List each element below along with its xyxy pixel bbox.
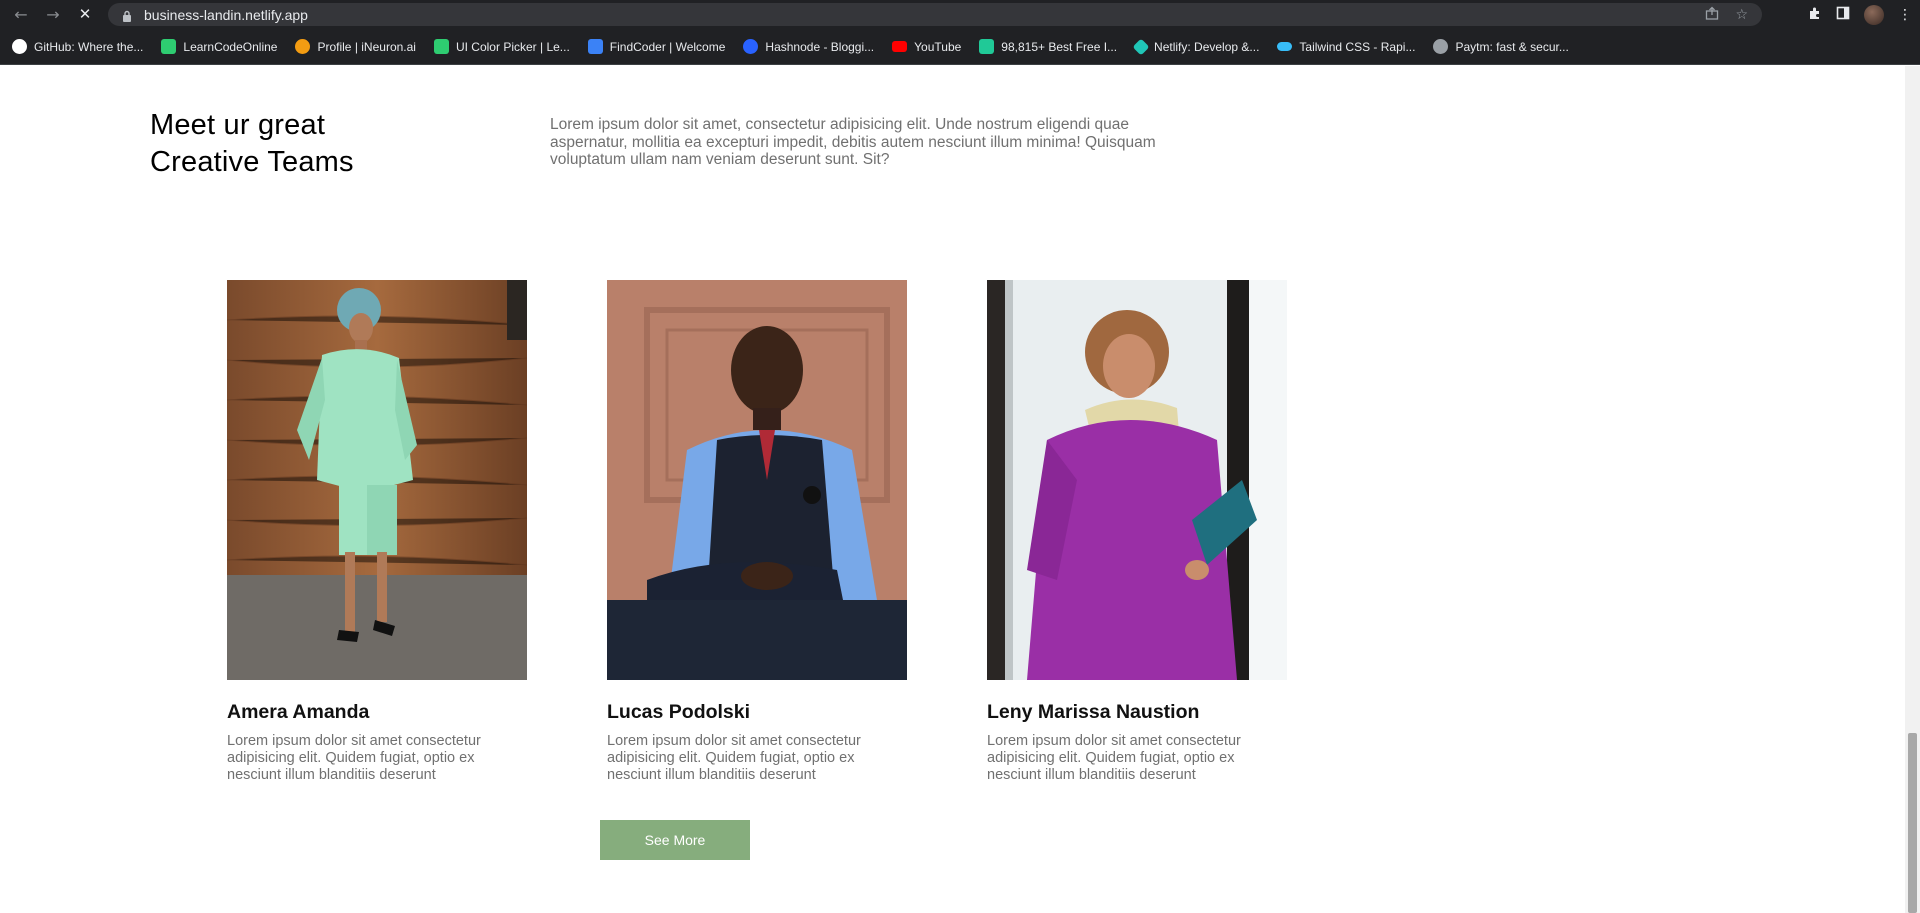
bookmarks-bar: GitHub: Where the... LearnCodeOnline Pro… bbox=[0, 29, 1920, 65]
team-member-photo bbox=[987, 280, 1287, 680]
see-more-button[interactable]: See More bbox=[600, 820, 750, 860]
free-icons-icon bbox=[979, 39, 995, 54]
learncodeonline-icon bbox=[161, 39, 177, 54]
netlify-icon bbox=[1132, 38, 1150, 55]
team-member-name: Lucas Podolski bbox=[607, 701, 751, 723]
team-member-bio: Lorem ipsum dolor sit amet consectetur a… bbox=[607, 733, 861, 783]
share-icon[interactable] bbox=[1705, 6, 1719, 24]
bookmark-tailwind[interactable]: Tailwind CSS - Rapi... bbox=[1277, 40, 1415, 54]
menu-kebab-icon[interactable]: ⋮ bbox=[1898, 7, 1912, 23]
section-title: Meet ur great Creative Teams bbox=[150, 109, 354, 178]
url-text: business-landin.netlify.app bbox=[144, 6, 308, 23]
back-icon[interactable]: ← bbox=[10, 3, 32, 25]
team-member-name: Leny Marissa Naustion bbox=[987, 701, 1200, 723]
team-member-photo bbox=[227, 280, 527, 680]
team-member-photo bbox=[607, 280, 907, 680]
hashnode-icon bbox=[743, 39, 759, 54]
extensions-icon[interactable] bbox=[1808, 6, 1822, 24]
scrollbar-thumb[interactable] bbox=[1908, 733, 1917, 913]
bookmark-ui-color-picker[interactable]: UI Color Picker | Le... bbox=[433, 39, 570, 54]
bookmark-ineuron[interactable]: Profile | iNeuron.ai bbox=[295, 39, 416, 54]
team-card: Amera Amanda Lorem ipsum dolor sit amet … bbox=[227, 280, 527, 784]
team-card: Lucas Podolski Lorem ipsum dolor sit ame… bbox=[607, 280, 907, 784]
page-content: Meet ur great Creative Teams Lorem ipsum… bbox=[0, 66, 1920, 913]
team-member-bio: Lorem ipsum dolor sit amet consectetur a… bbox=[227, 733, 481, 783]
bookmark-star-icon[interactable]: ☆ bbox=[1735, 7, 1748, 23]
browser-toolbar: ← → ✕ business-landin.netlify.app ☆ ⋮ bbox=[0, 0, 1920, 29]
bookmark-hashnode[interactable]: Hashnode - Bloggi... bbox=[743, 39, 874, 54]
bookmark-learncodeonline[interactable]: LearnCodeOnline bbox=[161, 39, 277, 54]
address-bar[interactable]: business-landin.netlify.app ☆ bbox=[108, 3, 1762, 26]
profile-avatar[interactable] bbox=[1864, 4, 1884, 25]
section-description: Lorem ipsum dolor sit amet, consectetur … bbox=[550, 116, 1156, 168]
team-member-bio: Lorem ipsum dolor sit amet consectetur a… bbox=[987, 733, 1241, 783]
bookmark-free-icons[interactable]: 98,815+ Best Free I... bbox=[979, 39, 1117, 54]
github-icon bbox=[12, 39, 27, 54]
side-panel-icon[interactable] bbox=[1836, 6, 1850, 24]
ineuron-icon bbox=[295, 39, 311, 54]
ui-color-picker-icon bbox=[433, 39, 449, 54]
youtube-icon bbox=[892, 41, 908, 52]
team-member-name: Amera Amanda bbox=[227, 701, 370, 723]
bookmark-paytm[interactable]: Paytm: fast & secur... bbox=[1433, 39, 1569, 54]
stop-loading-icon[interactable]: ✕ bbox=[74, 3, 96, 25]
lock-icon bbox=[122, 9, 132, 22]
bookmark-youtube[interactable]: YouTube bbox=[892, 40, 961, 54]
bookmark-findcoder[interactable]: FindCoder | Welcome bbox=[587, 39, 725, 54]
forward-icon[interactable]: → bbox=[42, 3, 64, 25]
bookmark-netlify[interactable]: Netlify: Develop &... bbox=[1132, 38, 1259, 55]
tailwind-icon bbox=[1277, 42, 1293, 51]
bookmark-github[interactable]: GitHub: Where the... bbox=[12, 39, 143, 54]
globe-icon bbox=[1433, 39, 1449, 54]
team-card: Leny Marissa Naustion Lorem ipsum dolor … bbox=[987, 280, 1287, 784]
findcoder-icon bbox=[587, 39, 603, 54]
